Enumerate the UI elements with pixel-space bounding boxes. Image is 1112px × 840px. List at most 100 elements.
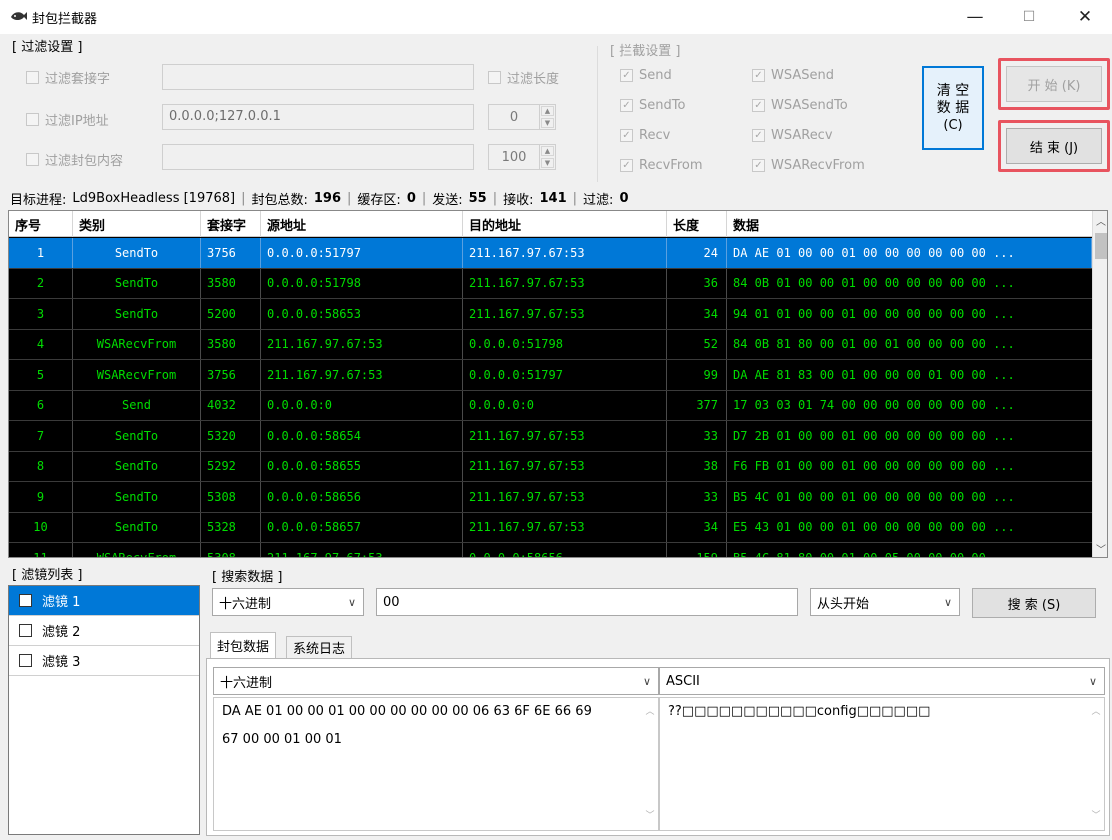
length-min-spinner[interactable]: 0 ▲ ▼ [488, 104, 556, 130]
spin-down-icon[interactable]: ▼ [541, 118, 554, 128]
ascii-scrollbar[interactable]: ︿ ﹀ [1088, 698, 1104, 830]
search-start-select[interactable]: 从头开始 ∨ [810, 588, 960, 616]
filter-ip-checkbox[interactable]: 过滤IP地址 [26, 110, 109, 129]
filter-item-label: 滤镜 3 [42, 655, 81, 670]
cell-source: 211.167.97.67:53 [261, 543, 463, 557]
table-row[interactable]: 5 WSARecvFrom 3756 211.167.97.67:53 0.0.0.0:… [9, 360, 1092, 391]
filter-socket-input[interactable] [162, 64, 474, 90]
col-source[interactable]: 源地址 [261, 211, 463, 237]
filter-ip-input[interactable]: 0.0.0.0;127.0.0.1 [162, 104, 474, 130]
checkbox-unchecked-icon [488, 71, 501, 84]
col-no[interactable]: 序号 [9, 211, 73, 237]
start-button[interactable]: 开 始 (K) [1006, 66, 1102, 102]
cell-destination: 0.0.0.0:0 [463, 390, 667, 420]
filter-count-value: 0 [619, 190, 629, 206]
checkbox-checked-icon: ✓ [620, 99, 633, 112]
table-row[interactable]: 1 SendTo 3756 0.0.0.0:51797 211.167.97.67:53… [9, 238, 1092, 269]
cell-source: 0.0.0.0:58655 [261, 451, 463, 481]
table-scrollbar[interactable]: ︿ ﹀ [1092, 211, 1107, 557]
checkbox-unchecked-icon[interactable] [19, 594, 32, 607]
intercept-wsasend-label: WSASend [771, 68, 834, 83]
table-row[interactable]: 9 SendTo 5308 0.0.0.0:58656 211.167.97.67:53… [9, 482, 1092, 513]
hex-data-textarea[interactable]: DA AE 01 00 00 01 00 00 00 00 00 00 06 6… [213, 697, 659, 831]
table-row[interactable]: 10 SendTo 5328 0.0.0.0:58657 211.167.97.67:5… [9, 512, 1092, 543]
scroll-up-icon[interactable]: ︿ [645, 698, 654, 726]
search-mode-select[interactable]: 十六进制 ∨ [212, 588, 364, 616]
total-value: 196 [313, 190, 342, 206]
table-row[interactable]: 8 SendTo 5292 0.0.0.0:58655 211.167.97.67:53… [9, 451, 1092, 482]
col-socket[interactable]: 套接字 [201, 211, 261, 237]
intercept-wsasend-checkbox[interactable]: ✓ WSASend [752, 68, 834, 83]
table-row[interactable]: 3 SendTo 5200 0.0.0.0:58653 211.167.97.67:53… [9, 299, 1092, 330]
filter-list: 滤镜 1 滤镜 2 滤镜 3 [8, 585, 200, 835]
cell-source: 0.0.0.0:51797 [261, 238, 463, 268]
packet-data-panel: 十六进制 ∨ ASCII ∨ DA AE 01 00 00 01 00 00 00 … [206, 658, 1110, 836]
scroll-up-icon[interactable]: ︿ [1093, 211, 1107, 229]
intercept-wsasendto-checkbox[interactable]: ✓ WSASendTo [752, 98, 848, 113]
scroll-up-icon[interactable]: ︿ [1091, 698, 1100, 726]
maximize-button[interactable]: ☐ [1006, 0, 1052, 34]
chevron-down-icon: ∨ [943, 595, 953, 609]
spin-up-icon[interactable]: ▲ [541, 146, 554, 156]
minimize-button[interactable]: — [952, 0, 998, 34]
intercept-recv-checkbox[interactable]: ✓ Recv [620, 128, 670, 143]
filter-socket-checkbox[interactable]: 过滤套接字 [26, 68, 110, 87]
spin-up-icon[interactable]: ▲ [541, 106, 554, 116]
table-row[interactable]: 2 SendTo 3580 0.0.0.0:51798 211.167.97.67:53… [9, 268, 1092, 299]
tab-packet-data[interactable]: 封包数据 [210, 632, 277, 658]
cell-no: 7 [9, 421, 73, 451]
ascii-data-textarea[interactable]: ??□□□□□□□□□□□config□□□□□□ ︿ ﹀ [659, 697, 1105, 831]
end-button[interactable]: 结 束 (J) [1006, 128, 1102, 164]
table-row[interactable]: 4 WSARecvFrom 3580 211.167.97.67:53 0.0.0.0:… [9, 329, 1092, 360]
filter-item-2[interactable]: 滤镜 2 [9, 616, 199, 646]
cell-socket: 3580 [201, 329, 261, 359]
filter-length-label: 过滤长度 [507, 72, 560, 87]
scroll-down-icon[interactable]: ﹀ [1093, 539, 1107, 557]
spin-down-icon[interactable]: ▼ [541, 158, 554, 168]
table-row[interactable]: 6 Send 4032 0.0.0.0:0 0.0.0.0:0 377 17 03 03 0… [9, 390, 1092, 421]
intercept-sendto-checkbox[interactable]: ✓ SendTo [620, 98, 685, 113]
col-length[interactable]: 长度 [667, 211, 727, 237]
length-min-value: 0 [509, 109, 519, 125]
close-button[interactable]: ✕ [1062, 0, 1108, 34]
hex-format-select[interactable]: 十六进制 ∨ [213, 667, 659, 695]
clear-data-button[interactable]: 清 空 数 据 (C) [922, 66, 984, 150]
intercept-wsarecvfrom-checkbox[interactable]: ✓ WSARecvFrom [752, 158, 865, 173]
length-max-spinner[interactable]: 100 ▲ ▼ [488, 144, 556, 170]
tab-system-log[interactable]: 系统日志 [286, 636, 353, 658]
filter-item-1[interactable]: 滤镜 1 [9, 586, 199, 616]
search-button[interactable]: 搜 索 (S) [972, 588, 1096, 618]
cell-source: 0.0.0.0:58657 [261, 512, 463, 542]
checkbox-checked-icon: ✓ [620, 69, 633, 82]
scroll-down-icon[interactable]: ﹀ [645, 802, 654, 830]
table-row[interactable]: 11 WSARecvFrom 5308 211.167.97.67:53 0.0.0.0… [9, 543, 1092, 557]
checkbox-checked-icon: ✓ [620, 159, 633, 172]
window-title: 封包拦截器 [32, 12, 98, 27]
scroll-down-icon[interactable]: ﹀ [1091, 802, 1100, 830]
search-input[interactable]: 00 [376, 588, 798, 616]
intercept-send-checkbox[interactable]: ✓ Send [620, 68, 672, 83]
intercept-sendto-label: SendTo [639, 98, 686, 113]
scroll-thumb[interactable] [1095, 233, 1107, 259]
filter-content-checkbox[interactable]: 过滤封包内容 [26, 150, 123, 169]
table-row[interactable]: 7 SendTo 5320 0.0.0.0:58654 211.167.97.67:53… [9, 421, 1092, 452]
intercept-recvfrom-checkbox[interactable]: ✓ RecvFrom [620, 158, 703, 173]
col-type[interactable]: 类别 [73, 211, 201, 237]
text-format-select[interactable]: ASCII ∨ [659, 667, 1105, 695]
checkbox-checked-icon: ✓ [752, 159, 765, 172]
filter-item-label: 滤镜 1 [42, 595, 81, 610]
filter-content-input[interactable] [162, 144, 474, 170]
cell-data: 84 0B 81 80 00 01 00 01 00 00 00 00 ... [733, 337, 1015, 352]
filter-item-3[interactable]: 滤镜 3 [9, 646, 199, 676]
col-data[interactable]: 数据 [727, 211, 1092, 237]
checkbox-unchecked-icon[interactable] [19, 654, 32, 667]
col-destination[interactable]: 目的地址 [463, 211, 667, 237]
cell-type: WSARecvFrom [73, 543, 201, 557]
cell-length: 33 [667, 421, 727, 451]
cell-socket: 5328 [201, 512, 261, 542]
filter-length-checkbox[interactable]: 过滤长度 [488, 68, 559, 87]
filter-item-label: 滤镜 2 [42, 625, 81, 640]
hex-scrollbar[interactable]: ︿ ﹀ [642, 698, 658, 830]
intercept-wsarecv-checkbox[interactable]: ✓ WSARecv [752, 128, 833, 143]
checkbox-unchecked-icon[interactable] [19, 624, 32, 637]
